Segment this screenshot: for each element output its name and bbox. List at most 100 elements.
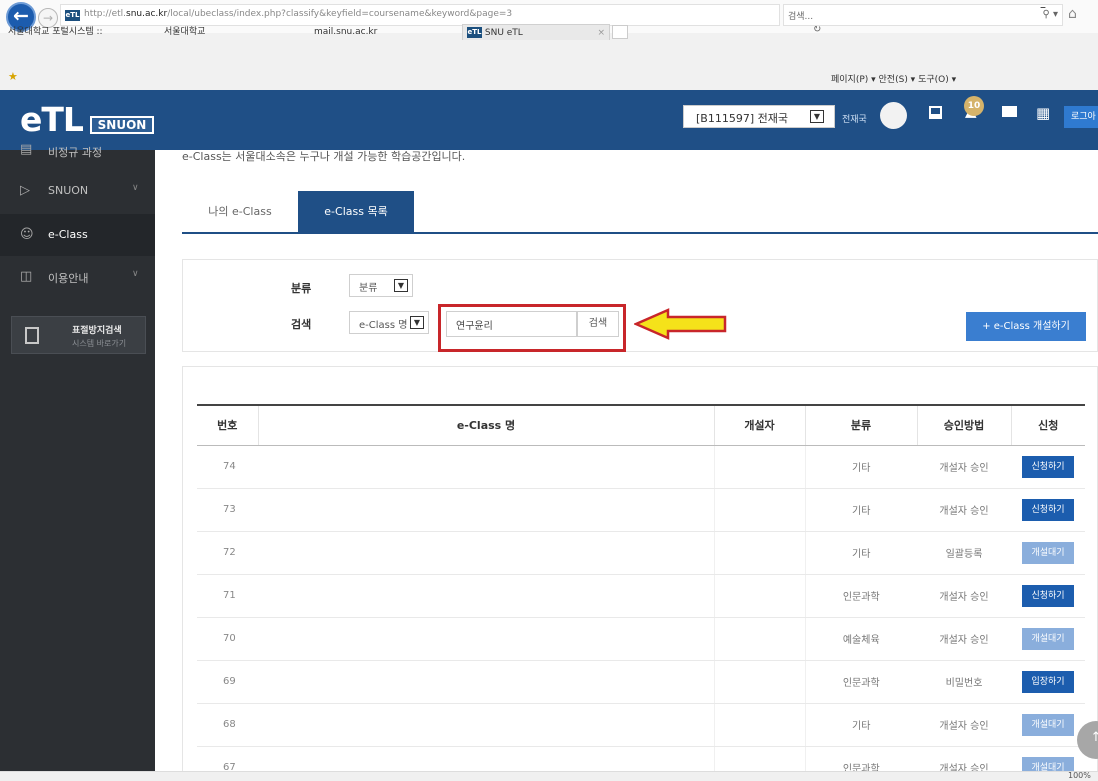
logo-snuon: SNUON: [90, 116, 154, 134]
row-action-button[interactable]: 신청하기: [1022, 455, 1074, 478]
tab-label: 서울대학교 포털시스템 ::: [8, 27, 103, 37]
favorites-star-icon[interactable]: ★: [8, 70, 18, 83]
category-select[interactable]: 분류 ▼: [349, 274, 413, 297]
zoom-level[interactable]: 100%: [1068, 771, 1091, 780]
home-icon[interactable]: ⌂: [1068, 6, 1077, 22]
address-bar[interactable]: eTL http://etl.snu.ac.kr/local/ubeclass/…: [60, 4, 821, 35]
row-eclass-name[interactable]: [258, 617, 714, 661]
site-header: eTL SNUON [B111597] 전재국 ▼ 전재국 ▲ 10 ▦ 로그아: [0, 90, 1098, 150]
row-number: 70: [197, 617, 258, 661]
row-approval: 개설자 승인: [917, 703, 1011, 747]
close-tab-icon[interactable]: ×: [597, 25, 605, 41]
row-approval: 개설자 승인: [917, 445, 1011, 489]
sidebar-item-label: 이용안내: [48, 272, 89, 285]
tab-row: 서울대학교 포털시스템 :: 서울대학교 mail.snu.ac.kr eTL …: [0, 24, 1098, 40]
notification-badge: 10: [964, 96, 984, 116]
row-category: 예술체육: [805, 617, 917, 661]
avatar[interactable]: [880, 102, 907, 129]
people-icon: ☺: [20, 227, 34, 242]
search-field-value: e-Class 명: [359, 320, 408, 331]
row-number: 72: [197, 531, 258, 575]
logout-button[interactable]: 로그아: [1064, 106, 1098, 128]
column-header-number: 번호: [197, 404, 258, 446]
row-category: 기타: [805, 488, 917, 532]
annotation-arrow-icon: [634, 308, 727, 340]
browser-chrome: ← → eTL http://etl.snu.ac.kr/local/ubecl…: [0, 0, 1098, 90]
column-header-creator: 개설자: [713, 404, 805, 446]
row-action-cell: 개설대기: [1011, 531, 1085, 575]
row-eclass-name[interactable]: [258, 703, 714, 747]
row-action-button[interactable]: 신청하기: [1022, 584, 1074, 607]
plagiarism-subtitle: 시스템 바로가기: [72, 339, 127, 348]
favorites-bar: [0, 40, 1098, 68]
mail-icon[interactable]: [1002, 106, 1017, 117]
column-header-approval: 승인방법: [916, 404, 1011, 446]
row-approval: 일괄등록: [917, 531, 1011, 575]
category-label: 분류: [291, 282, 312, 295]
search-field-select[interactable]: e-Class 명 ▼: [349, 311, 429, 334]
row-action-button[interactable]: 개설대기: [1022, 627, 1074, 650]
status-bar: 100%: [0, 771, 1098, 781]
tab-eclass-list[interactable]: e-Class 목록: [298, 191, 414, 232]
site-favicon-icon: eTL: [65, 10, 80, 21]
row-eclass-name[interactable]: [258, 574, 714, 618]
sidebar-item-eclass[interactable]: ☺ e-Class: [0, 214, 155, 256]
tab-my-eclass[interactable]: 나의 e-Class: [182, 191, 298, 232]
command-menu[interactable]: 페이지(P) ▾ 안전(S) ▾ 도구(O) ▾: [831, 72, 956, 85]
logo-etl: eTL: [20, 100, 84, 139]
new-tab-button[interactable]: [612, 25, 628, 39]
annotation-highlight-box: [438, 304, 626, 352]
chevron-down-icon: ▼: [810, 110, 824, 123]
tab-label: 서울대학교: [164, 27, 206, 37]
minimize-icon[interactable]: –: [1040, 0, 1058, 14]
user-select-value: [B111597] 전재국: [696, 112, 788, 125]
site-logo[interactable]: eTL SNUON: [20, 100, 170, 140]
column-header-name: e-Class 명: [257, 404, 714, 446]
chevron-down-icon: ▼: [394, 279, 408, 292]
row-eclass-name[interactable]: [258, 531, 714, 575]
browser-search-box[interactable]: 검색... ⚲ ▾: [783, 4, 1063, 26]
row-action-button[interactable]: 신청하기: [1022, 498, 1074, 521]
row-creator: [713, 703, 806, 747]
sidebar-item-noncredit[interactable]: ▤ 비정규 과정: [0, 142, 155, 164]
open-eclass-button[interactable]: + e-Class 개설하기: [966, 312, 1086, 341]
row-eclass-name[interactable]: [258, 445, 714, 489]
row-category: 기타: [805, 531, 917, 575]
row-creator: [713, 445, 806, 489]
column-header-category: 분류: [804, 404, 917, 446]
table-row: 74 기타 개설자 승인 신청하기: [197, 445, 1085, 489]
row-eclass-name[interactable]: [258, 488, 714, 532]
row-creator: [713, 531, 806, 575]
row-approval: 개설자 승인: [917, 574, 1011, 618]
eclass-table: 번호 e-Class 명 개설자 분류 승인방법 신청 74 기타 개설자 승인 신청…: [197, 404, 1085, 781]
grid-menu-icon[interactable]: ▦: [1036, 104, 1050, 122]
tab-snu-etl[interactable]: eTL SNU eTL ×: [462, 24, 610, 40]
etl-favicon-icon: eTL: [467, 27, 482, 38]
tab-snu-portal[interactable]: 서울대학교 포털시스템 ::: [8, 24, 103, 40]
tab-label: mail.snu.ac.kr: [314, 27, 378, 37]
command-bar: ★ 페이지(P) ▾ 안전(S) ▾ 도구(O) ▾: [0, 68, 1098, 88]
row-action-button[interactable]: 개설대기: [1022, 713, 1074, 736]
row-eclass-name[interactable]: [258, 660, 714, 704]
sidebar-item-snuon[interactable]: ▷ SNUON ∨: [0, 170, 155, 212]
row-approval: 개설자 승인: [917, 617, 1011, 661]
tab-snu[interactable]: 서울대학교: [164, 24, 205, 40]
row-creator: [713, 617, 806, 661]
row-approval: 비밀번호: [917, 660, 1011, 704]
row-action-button[interactable]: 입장하기: [1022, 670, 1074, 693]
row-number: 71: [197, 574, 258, 618]
row-action-cell: 개설대기: [1011, 617, 1085, 661]
sidebar-item-label: e-Class: [48, 228, 88, 241]
tab-label: SNU eTL: [484, 28, 523, 38]
plagiarism-check-link[interactable]: 표절방지검색 시스템 바로가기: [11, 316, 146, 354]
table-row: 71 인문과학 개설자 승인 신청하기: [197, 574, 1085, 618]
document-search-icon: [25, 327, 39, 344]
tab-mail[interactable]: mail.snu.ac.kr: [314, 24, 377, 40]
monitor-icon[interactable]: [929, 106, 942, 119]
browser-search-placeholder: 검색...: [788, 12, 814, 22]
user-select[interactable]: [B111597] 전재국 ▼: [683, 105, 835, 128]
table-row: 70 예술체육 개설자 승인 개설대기: [197, 617, 1085, 661]
sidebar-item-guide[interactable]: ◫ 이용안내 ∨: [0, 256, 155, 298]
row-action-button[interactable]: 개설대기: [1022, 541, 1074, 564]
row-creator: [713, 574, 806, 618]
